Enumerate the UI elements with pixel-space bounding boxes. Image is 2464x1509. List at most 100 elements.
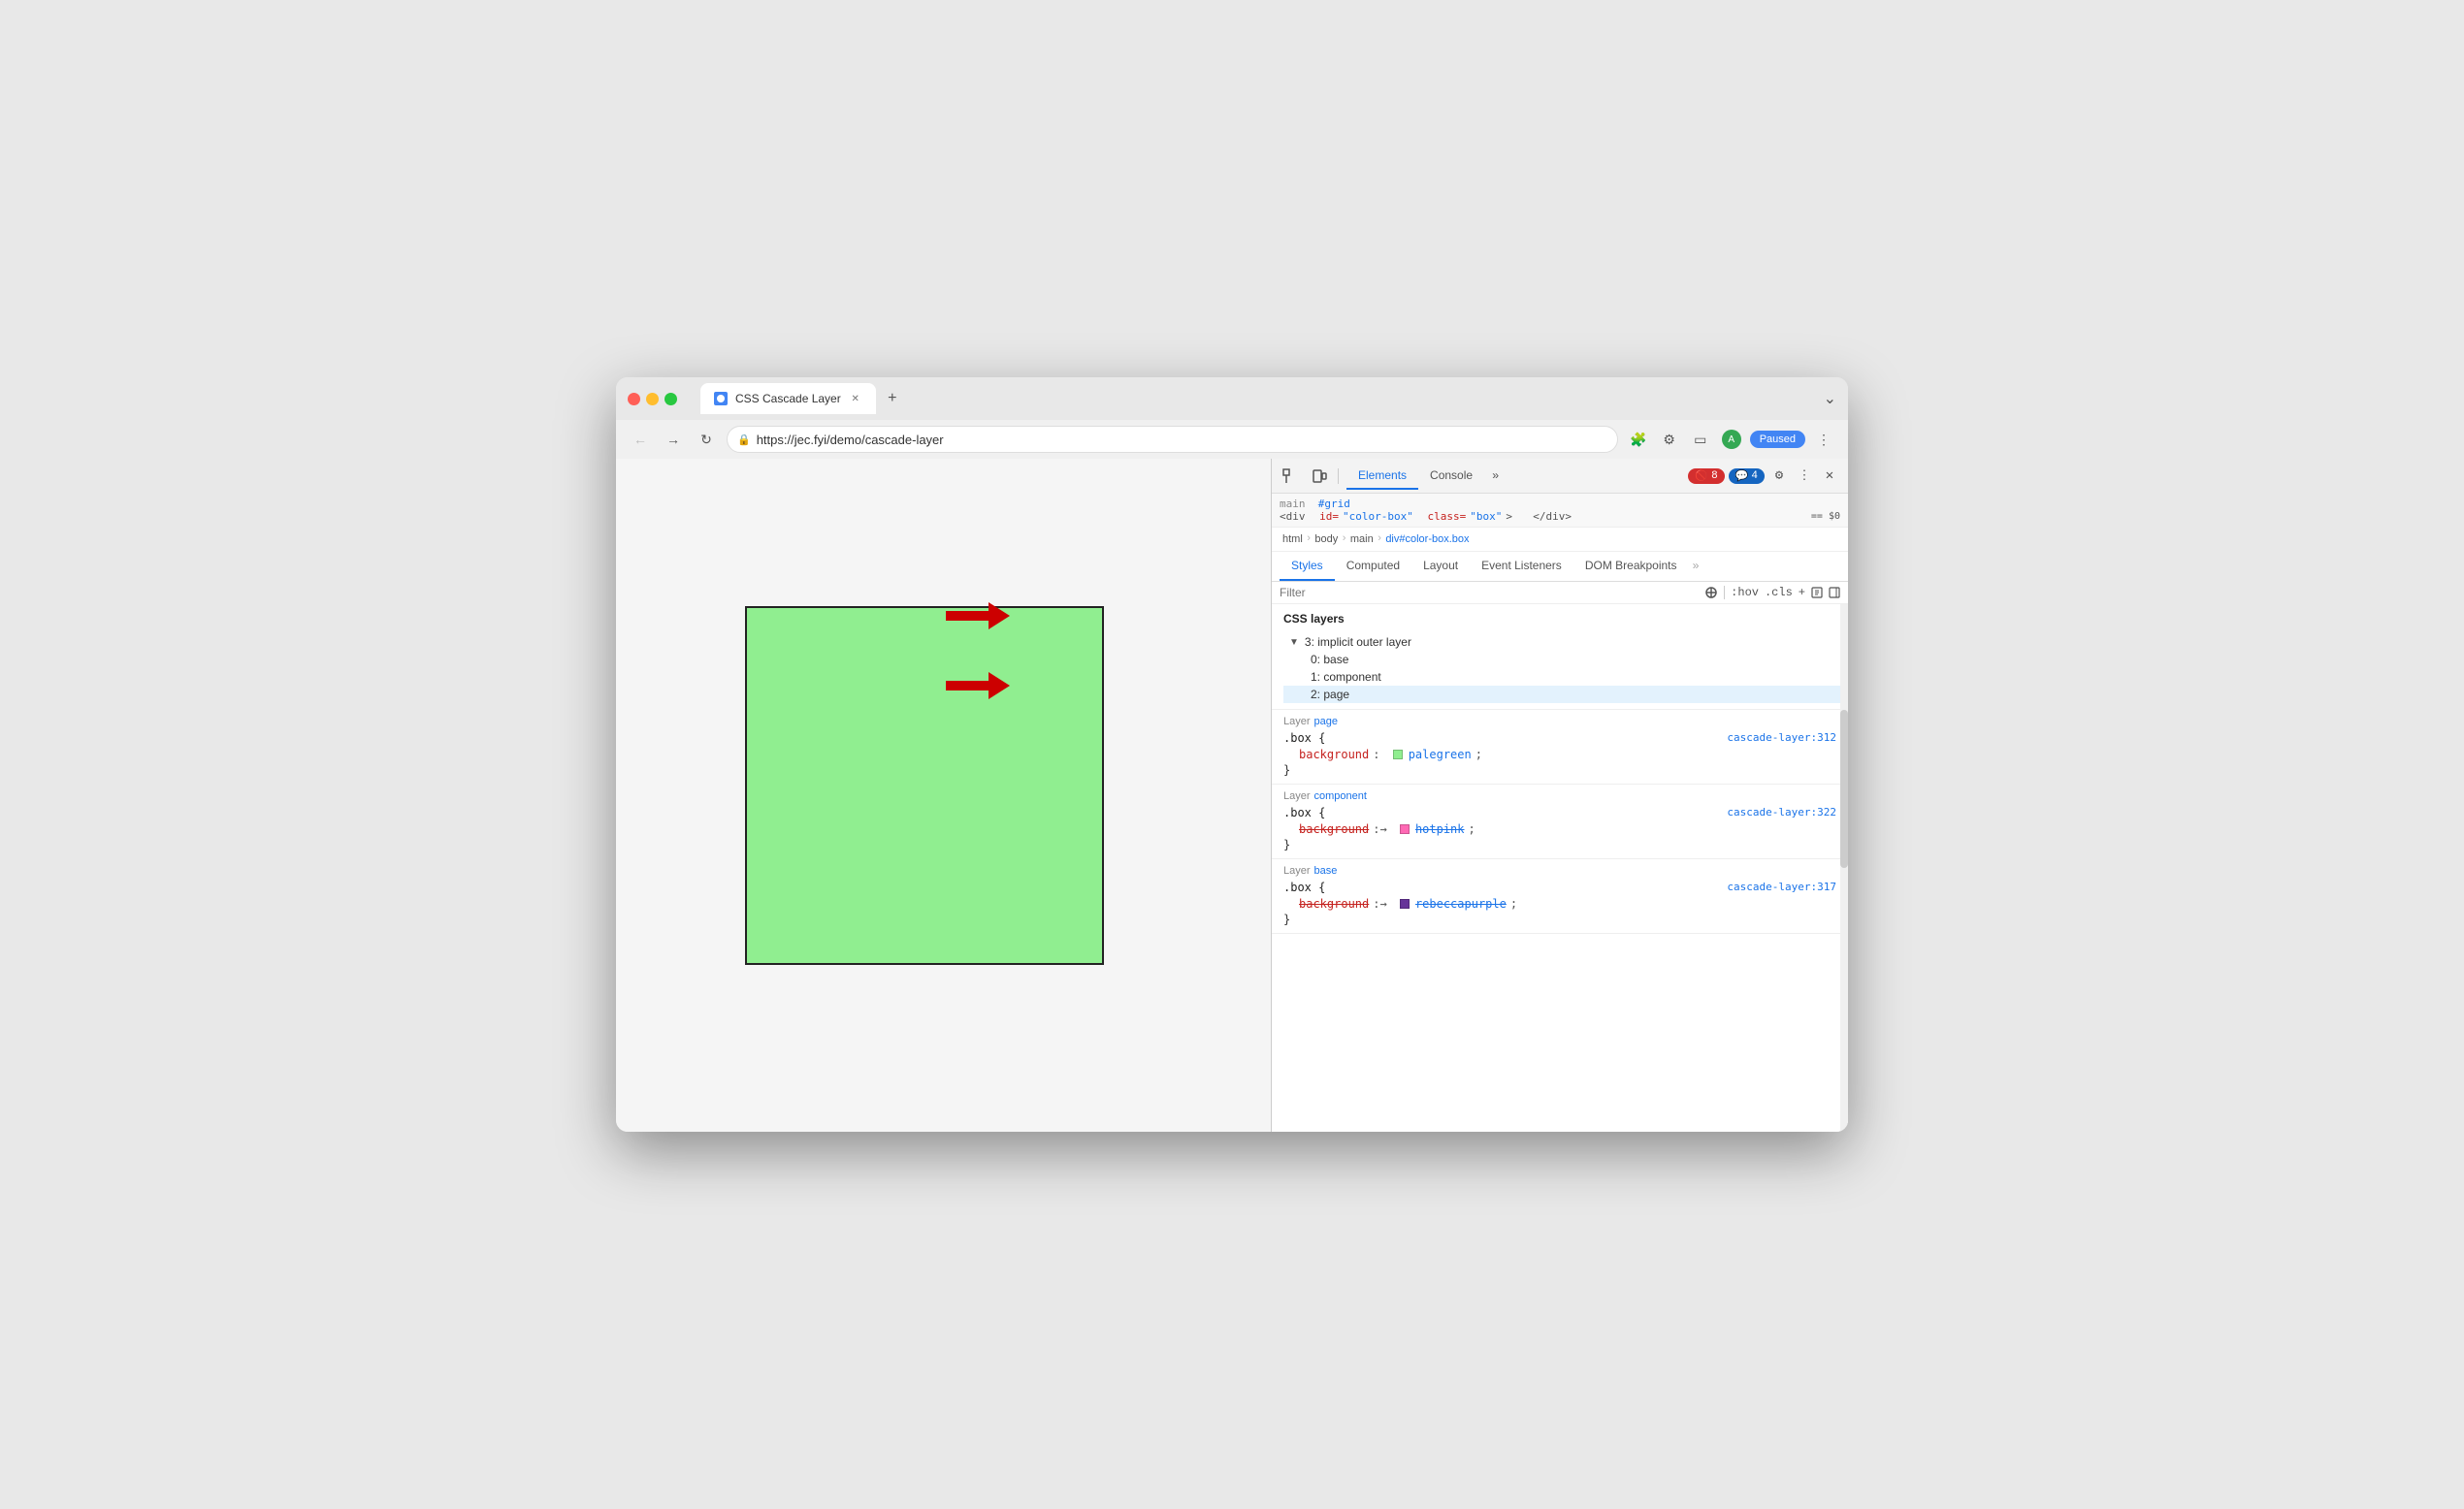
tab-more-button[interactable]: ⌄ [1824,389,1836,408]
breadcrumb-body[interactable]: body [1312,533,1341,545]
dom-breadcrumb-bar: html › body › main › div#color-box.box [1272,528,1848,552]
arrow-body-1 [946,611,989,621]
style-tab-layout[interactable]: Layout [1411,552,1470,581]
content-area: Elements Console » 🚫 8 💬 4 [616,459,1848,1132]
scrollbar-track[interactable] [1840,604,1848,1132]
styles-tabs-bar: Styles Computed Layout Event Listeners D… [1272,552,1848,582]
rule-selector-component: cascade-layer:322 .box { [1283,806,1836,819]
rule-close-brace-base: } [1283,912,1836,927]
cast-icon[interactable]: ▭ [1688,427,1713,452]
arrow-body-2 [946,681,989,690]
style-rule-page: Layer page cascade-layer:312 .box { back… [1272,710,1848,785]
arrow-layer-page [946,672,1010,699]
style-rule-component: Layer component cascade-layer:322 .box {… [1272,785,1848,859]
minimize-button[interactable] [646,393,659,405]
arrowhead-1 [989,602,1010,629]
css-layers-header: CSS layers [1272,604,1848,633]
devtools-toolbar: Elements Console » 🚫 8 💬 4 [1272,459,1848,494]
dom-selected-element: <div id="color-box" class="box" > </div>… [1280,510,1840,523]
tab-title: CSS Cascade Layer [735,392,841,405]
layer-page-label: 2: page [1311,688,1349,701]
hov-button[interactable]: :hov [1731,586,1759,599]
tab-console[interactable]: Console [1418,463,1484,490]
toolbar-divider [1338,468,1339,484]
breadcrumb-html[interactable]: html [1280,533,1306,545]
extensions-icon[interactable]: 🧩 [1626,427,1651,452]
address-bar[interactable]: 🔒 https://jec.fyi/demo/cascade-layer [727,426,1618,453]
url-text: https://jec.fyi/demo/cascade-layer [757,433,944,447]
rule-prop-background-component: background :→ hotpink ; [1283,821,1836,837]
color-swatch-hotpink[interactable] [1400,824,1410,834]
layer-item-component[interactable]: 1: component [1283,668,1848,686]
arrow-css-layers [946,602,1010,629]
rule-selector-page: cascade-layer:312 .box { [1283,731,1836,745]
filter-sep [1724,586,1725,599]
scrollbar-thumb[interactable] [1840,710,1848,868]
filter-bar: :hov .cls + [1272,582,1848,604]
filter-input[interactable] [1280,586,1697,599]
reload-button[interactable]: ↻ [694,427,719,452]
settings-icon[interactable]: ⚙ [1768,466,1790,487]
style-tab-dom-breakpoints[interactable]: DOM Breakpoints [1573,552,1689,581]
maximize-button[interactable] [665,393,677,405]
paused-label: Paused [1760,433,1796,445]
layer-outer-label: 3: implicit outer layer [1305,635,1411,649]
layer-label-component: Layer component [1283,790,1836,802]
rule-source-component[interactable]: cascade-layer:322 [1727,806,1836,819]
css-layers-section: CSS layers ▼ 3: implicit outer layer 0: … [1272,604,1848,710]
filter-icons: :hov .cls + [1704,586,1840,599]
layer-tree: ▼ 3: implicit outer layer 0: base 1: com… [1272,633,1848,709]
close-button[interactable] [628,393,640,405]
more-options-icon[interactable]: ⋮ [1794,466,1815,487]
paused-button[interactable]: Paused [1750,431,1805,448]
layer-item-base[interactable]: 0: base [1283,651,1848,668]
traffic-lights [628,393,677,405]
secure-icon: 🔒 [737,433,751,446]
devtools-icon[interactable]: ⚙ [1657,427,1682,452]
layer-label-base: Layer base [1283,865,1836,877]
toggle-sidebar-icon[interactable] [1829,587,1840,598]
browser-window: CSS Cascade Layer ✕ + ⌄ ← → ↻ 🔒 https://… [616,377,1848,1132]
style-tabs-more[interactable]: » [1689,556,1703,577]
forward-button[interactable]: → [661,427,686,452]
close-devtools-icon[interactable]: ✕ [1819,466,1840,487]
style-tab-computed[interactable]: Computed [1335,552,1411,581]
color-swatch-rebeccapurple[interactable] [1400,899,1410,909]
tab-bar: CSS Cascade Layer ✕ + ⌄ [700,383,1836,414]
arrowhead-2 [989,672,1010,699]
style-tab-event-listeners[interactable]: Event Listeners [1470,552,1573,581]
warn-icon: 💬 [1735,469,1749,483]
layer-item-page[interactable]: 2: page [1283,686,1848,703]
rule-source-base[interactable]: cascade-layer:317 [1727,881,1836,893]
error-badge: 🚫 8 [1688,468,1724,484]
layer-base-link[interactable]: base [1314,865,1338,877]
breadcrumb-main[interactable]: main [1347,533,1377,545]
device-icon[interactable] [1309,466,1330,487]
breadcrumb-selected[interactable]: div#color-box.box [1382,533,1472,545]
layer-item-outer[interactable]: ▼ 3: implicit outer layer [1283,633,1848,651]
inspect-icon[interactable] [1280,466,1301,487]
browser-tab[interactable]: CSS Cascade Layer ✕ [700,383,876,414]
menu-icon[interactable]: ⋮ [1811,427,1836,452]
page-content [616,459,1271,1132]
new-rule-icon[interactable] [1811,587,1823,598]
layer-component-link[interactable]: component [1314,790,1367,802]
tab-close-button[interactable]: ✕ [849,392,862,405]
layer-filter-icon[interactable] [1704,586,1718,599]
rule-close-brace-component: } [1283,837,1836,852]
devtools-tabs: Elements Console » [1346,463,1507,490]
tab-elements[interactable]: Elements [1346,463,1418,490]
color-swatch-palegreen[interactable] [1393,750,1403,759]
rule-source-page[interactable]: cascade-layer:312 [1727,731,1836,744]
back-button[interactable]: ← [628,427,653,452]
style-tab-styles[interactable]: Styles [1280,552,1335,581]
cls-button[interactable]: .cls [1765,586,1793,599]
dom-parent-path: main #grid [1280,498,1840,510]
tab-favicon [714,392,728,405]
profile-icon[interactable]: A [1719,427,1744,452]
layer-page-link[interactable]: page [1314,716,1338,727]
new-tab-button[interactable]: + [880,386,905,411]
add-style-icon[interactable]: + [1799,586,1805,599]
dollar-zero: == $0 [1811,511,1840,522]
tabs-more[interactable]: » [1484,466,1507,487]
